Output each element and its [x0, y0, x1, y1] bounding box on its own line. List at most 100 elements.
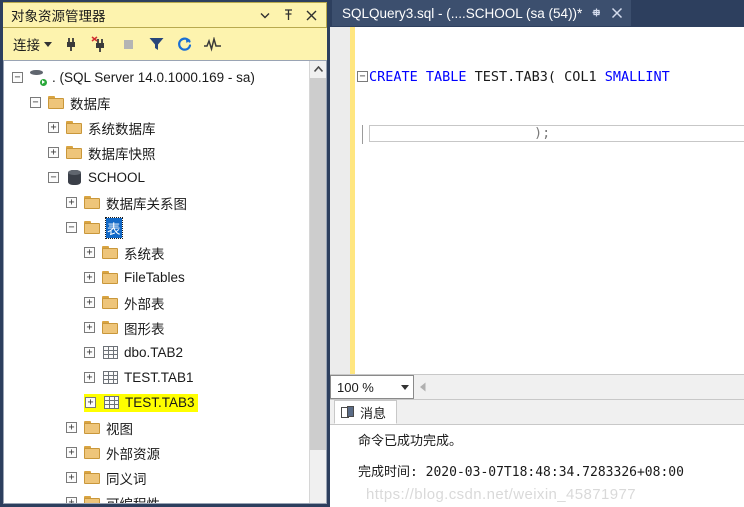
expand-icon[interactable]: + — [84, 372, 95, 383]
folder-icon — [83, 470, 101, 486]
tree-vertical-scrollbar[interactable] — [309, 61, 326, 503]
panel-window-controls — [258, 7, 322, 23]
messages-pane: 消息 命令已成功完成。 完成时间: 2020-03-07T18:48:34.72… — [330, 399, 744, 507]
database-icon — [65, 170, 83, 186]
chevron-down-icon — [44, 41, 52, 47]
tree-node[interactable]: + 图形表 — [4, 315, 309, 340]
code-line-2: ); — [357, 125, 744, 144]
expand-icon[interactable]: + — [66, 422, 77, 433]
tree-node[interactable]: + 视图 — [4, 415, 309, 440]
activity-monitor-icon[interactable] — [203, 35, 222, 54]
tree-node[interactable]: − 表 — [4, 215, 309, 240]
expand-icon[interactable]: + — [84, 247, 95, 258]
object-explorer-panel: 对象资源管理器 连接 − . (SQL Server 14.0.1000.169… — [0, 0, 330, 507]
tree-node[interactable]: + 数据库快照 — [4, 140, 309, 165]
tree-node[interactable]: − . (SQL Server 14.0.1000.169 - sa) — [4, 65, 309, 90]
tree-node-label: 数据库关系图 — [106, 196, 187, 212]
object-explorer-toolbar: 连接 — [3, 28, 327, 60]
filter-icon[interactable] — [147, 35, 166, 54]
tree-node[interactable]: + 系统数据库 — [4, 115, 309, 140]
tree-node[interactable]: + 可编程性 — [4, 490, 309, 503]
expand-icon[interactable]: + — [66, 497, 77, 503]
folder-icon — [83, 445, 101, 461]
sql-code-editor[interactable]: − CREATE TABLE TEST.TAB3( COL1 SMALLINT … — [330, 26, 744, 374]
tree-node[interactable]: − 数据库 — [4, 90, 309, 115]
close-icon[interactable] — [611, 7, 623, 19]
expand-icon[interactable]: + — [48, 147, 59, 158]
tree-node[interactable]: + 同义词 — [4, 465, 309, 490]
expand-icon[interactable]: + — [66, 472, 77, 483]
editor-text[interactable]: − CREATE TABLE TEST.TAB3( COL1 SMALLINT … — [355, 27, 744, 374]
message-line-completion-time: 完成时间: 2020-03-07T18:48:34.7283326+08:00 — [358, 465, 684, 480]
tree-node[interactable]: + FileTables — [4, 265, 309, 290]
tree-node-label: FileTables — [124, 270, 185, 285]
expand-icon[interactable]: + — [66, 197, 77, 208]
watermark-text: https://blog.csdn.net/weixin_45871977 — [366, 486, 636, 503]
expand-icon[interactable]: + — [84, 347, 95, 358]
messages-icon — [341, 405, 355, 419]
object-explorer-tree[interactable]: − . (SQL Server 14.0.1000.169 - sa) − 数据库 + 系… — [4, 61, 309, 503]
tree-node[interactable]: + 系统表 — [4, 240, 309, 265]
highlight-marker: + TEST.TAB3 — [84, 393, 198, 412]
server-icon — [29, 70, 48, 87]
tree-node[interactable]: + 数据库关系图 — [4, 190, 309, 215]
expand-icon[interactable]: + — [84, 297, 95, 308]
editor-zoom-bar: 100 % — [330, 374, 744, 399]
folder-icon — [101, 270, 119, 286]
folder-icon — [83, 220, 101, 236]
results-tabstrip: 消息 — [330, 400, 744, 425]
fold-guide-line — [357, 125, 368, 144]
messages-output[interactable]: 命令已成功完成。 完成时间: 2020-03-07T18:48:34.72833… — [330, 425, 744, 507]
tree-node[interactable]: − SCHOOL — [4, 165, 309, 190]
pin-icon[interactable] — [281, 7, 295, 23]
expand-icon[interactable]: + — [85, 397, 96, 408]
tree-node-label: . (SQL Server 14.0.1000.169 - sa) — [52, 70, 255, 85]
sql-line-2-text: ); — [534, 125, 551, 141]
sql-keyword-smallint: SMALLINT — [604, 69, 670, 85]
collapse-icon[interactable]: − — [30, 97, 41, 108]
message-line-success: 命令已成功完成。 — [358, 434, 463, 449]
scrollbar-thumb[interactable] — [310, 78, 326, 450]
tree-node[interactable]: + TEST.TAB3 — [4, 390, 309, 415]
hscroll-left-button[interactable] — [414, 375, 432, 399]
tree-node-label: 数据库 — [70, 96, 111, 112]
expand-icon[interactable]: + — [66, 447, 77, 458]
expand-icon[interactable]: + — [84, 272, 95, 283]
zoom-level-select[interactable]: 100 % — [330, 375, 414, 399]
tree-node-label: 同义词 — [106, 471, 147, 487]
close-icon[interactable] — [304, 7, 318, 23]
collapse-region-icon[interactable]: − — [357, 71, 368, 82]
pin-icon[interactable] — [591, 7, 602, 19]
collapse-icon[interactable]: − — [48, 172, 59, 183]
connect-icon[interactable] — [63, 35, 82, 54]
folder-icon — [47, 95, 65, 111]
tab-messages[interactable]: 消息 — [334, 400, 398, 424]
tree-node-label: dbo.TAB2 — [124, 345, 184, 360]
stop-icon[interactable] — [119, 35, 138, 54]
tree-node[interactable]: + 外部资源 — [4, 440, 309, 465]
collapse-icon[interactable]: − — [66, 222, 77, 233]
editor-column: SQLQuery3.sql - (....SCHOOL (sa (54))* −… — [330, 0, 744, 507]
object-explorer-titlebar: 对象资源管理器 — [3, 2, 327, 28]
collapse-icon[interactable]: − — [12, 72, 23, 83]
connect-button-label: 连接 — [13, 38, 40, 53]
expand-icon[interactable]: + — [84, 322, 95, 333]
expand-icon[interactable]: + — [48, 122, 59, 133]
tree-node[interactable]: + 外部表 — [4, 290, 309, 315]
folder-icon — [101, 295, 119, 311]
code-line-1: − CREATE TABLE TEST.TAB3( COL1 SMALLINT — [357, 68, 744, 87]
tree-node[interactable]: + dbo.TAB2 — [4, 340, 309, 365]
chevron-down-icon — [401, 384, 409, 390]
document-tab-sqlquery3[interactable]: SQLQuery3.sql - (....SCHOOL (sa (54))* — [332, 0, 632, 26]
tree-node-label: 表 — [105, 216, 123, 239]
editor-gutter — [330, 27, 350, 374]
tab-messages-label: 消息 — [360, 405, 387, 421]
current-line-box: ); — [369, 125, 744, 142]
refresh-icon[interactable] — [175, 35, 194, 54]
scroll-up-button[interactable] — [310, 61, 326, 78]
chevron-down-icon[interactable] — [258, 7, 272, 23]
tree-node-label: 可编程性 — [106, 493, 160, 504]
disconnect-icon[interactable] — [91, 35, 110, 54]
tree-node[interactable]: + TEST.TAB1 — [4, 365, 309, 390]
connect-button[interactable]: 连接 — [13, 34, 54, 54]
